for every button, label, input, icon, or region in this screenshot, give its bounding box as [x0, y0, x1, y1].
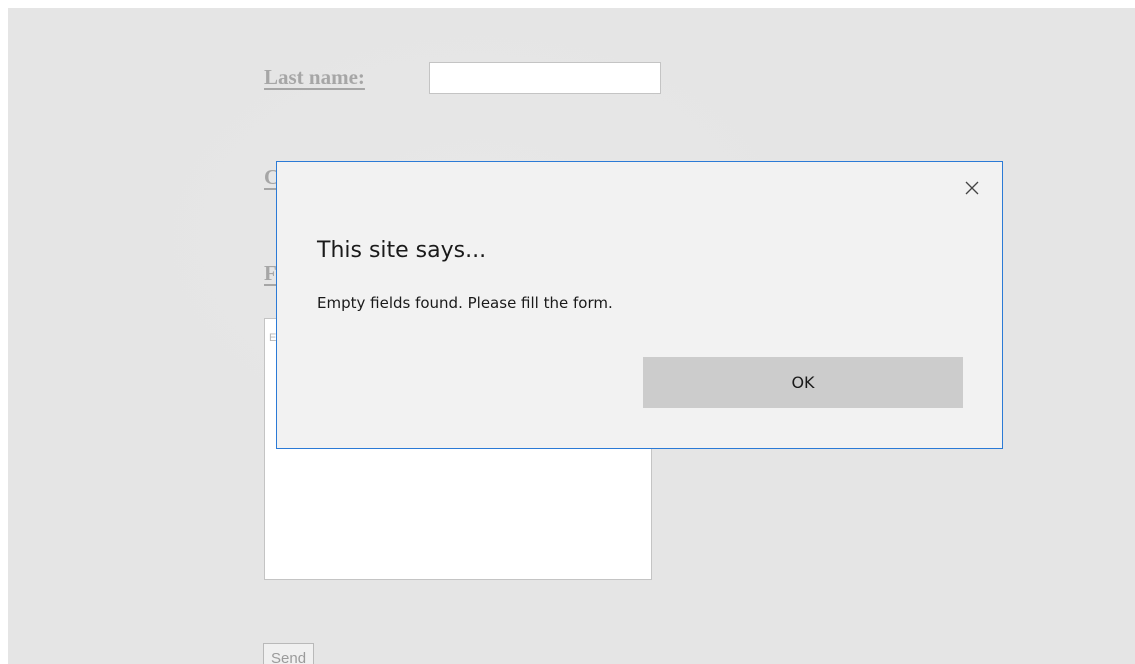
alert-dialog: This site says... Empty fields found. Pl…	[276, 161, 1003, 449]
dialog-title: This site says...	[317, 238, 487, 263]
send-button[interactable]: Send	[263, 643, 315, 664]
last-name-label: Last name:	[264, 65, 365, 89]
last-name-input[interactable]	[429, 62, 661, 94]
ok-button[interactable]: OK	[643, 357, 963, 408]
dialog-message: Empty fields found. Please fill the form…	[317, 294, 613, 312]
close-icon[interactable]	[960, 176, 984, 200]
